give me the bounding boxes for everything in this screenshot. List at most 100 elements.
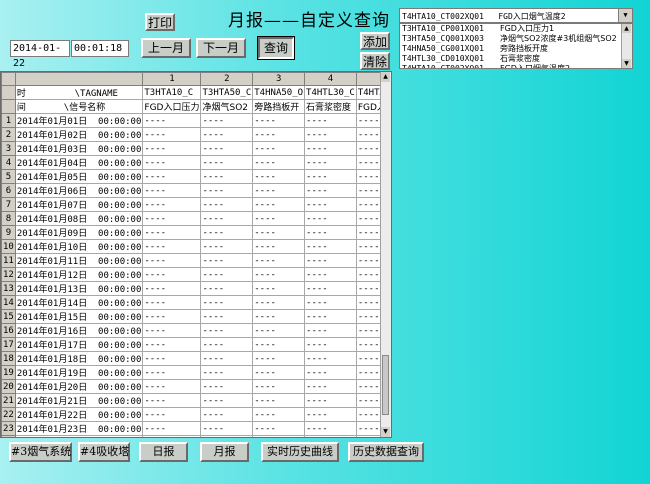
tag-select[interactable]: T4HTA10_CT002XQ01 FGD入口烟气温度2 ▼ [399, 8, 633, 23]
value-cell[interactable]: ---- [142, 435, 202, 437]
value-cell[interactable]: ---- [304, 253, 357, 268]
tag-list-item[interactable]: T3HTA10_CP001XQ01 FGD入口压力1 [400, 24, 632, 34]
row-number[interactable]: 2 [1, 127, 16, 142]
value-cell[interactable]: ---- [200, 295, 254, 310]
value-cell[interactable]: ---- [252, 183, 306, 198]
signal-name-cell[interactable]: 石膏浆密度 [304, 99, 357, 114]
value-cell[interactable]: ---- [142, 309, 202, 324]
value-cell[interactable]: ---- [252, 295, 306, 310]
value-cell[interactable]: ---- [200, 393, 254, 408]
row-time[interactable]: 2014年01月23日 00:00:00 [14, 421, 144, 436]
value-cell[interactable]: ---- [304, 281, 357, 296]
row-time[interactable]: 2014年01月16日 00:00:00 [14, 323, 144, 338]
value-cell[interactable]: ---- [304, 267, 357, 282]
value-cell[interactable]: ---- [252, 421, 306, 436]
value-cell[interactable]: ---- [304, 393, 357, 408]
value-cell[interactable]: ---- [304, 155, 357, 170]
value-cell[interactable]: ---- [142, 351, 202, 366]
nav-absorber4-button[interactable]: #4吸收塔 [78, 442, 130, 462]
value-cell[interactable]: ---- [142, 379, 202, 394]
scroll-down-icon[interactable]: ▼ [381, 427, 390, 437]
tag-list[interactable]: T3HTA10_CP001XQ01 FGD入口压力1 T3HTA50_CQ001XQ… [399, 23, 633, 69]
value-cell[interactable]: ---- [142, 267, 202, 282]
nav-history-button[interactable]: 历史数据查询 [348, 442, 424, 462]
value-cell[interactable]: ---- [142, 127, 202, 142]
value-cell[interactable]: ---- [304, 169, 357, 184]
value-cell[interactable]: ---- [200, 253, 254, 268]
value-cell[interactable]: ---- [142, 169, 202, 184]
value-cell[interactable]: ---- [142, 295, 202, 310]
value-cell[interactable]: ---- [252, 379, 306, 394]
add-button[interactable]: 添加 [360, 32, 390, 50]
row-number[interactable]: 3 [1, 141, 16, 156]
scroll-up-icon[interactable]: ▲ [381, 72, 390, 82]
row-time[interactable]: 2014年01月15日 00:00:00 [14, 309, 144, 324]
value-cell[interactable]: ---- [200, 351, 254, 366]
value-cell[interactable]: ---- [252, 239, 306, 254]
row-time[interactable]: 2014年01月13日 00:00:00 [14, 281, 144, 296]
chevron-down-icon[interactable]: ▼ [618, 9, 632, 22]
value-cell[interactable]: ---- [304, 351, 357, 366]
row-time[interactable]: 2014年01月03日 00:00:00 [14, 141, 144, 156]
row-number[interactable]: 21 [1, 393, 16, 408]
row-time[interactable]: 2014年01月20日 00:00:00 [14, 379, 144, 394]
tag-list-item[interactable]: T3HTA50_CQ001XQ03 净烟气SO2浓度#3机组烟气SO2 [400, 34, 632, 44]
row-number[interactable]: 15 [1, 309, 16, 324]
value-cell[interactable]: ---- [252, 281, 306, 296]
value-cell[interactable]: ---- [200, 197, 254, 212]
value-cell[interactable]: ---- [252, 351, 306, 366]
value-cell[interactable]: ---- [200, 407, 254, 422]
value-cell[interactable]: ---- [200, 379, 254, 394]
tagname-cell[interactable]: T4HNA50_O [252, 85, 306, 100]
row-time[interactable]: 2014年01月08日 00:00:00 [14, 211, 144, 226]
row-number[interactable]: 14 [1, 295, 16, 310]
value-cell[interactable]: ---- [304, 379, 357, 394]
row-time[interactable]: 2014年01月05日 00:00:00 [14, 169, 144, 184]
value-cell[interactable]: ---- [252, 155, 306, 170]
scroll-up-icon[interactable]: ▲ [622, 24, 631, 33]
row-time[interactable]: 2014年01月11日 00:00:00 [14, 253, 144, 268]
nav-trend-button[interactable]: 实时历史曲线 [261, 442, 339, 462]
value-cell[interactable]: ---- [252, 127, 306, 142]
value-cell[interactable]: ---- [304, 421, 357, 436]
value-cell[interactable]: ---- [200, 127, 254, 142]
row-time[interactable]: 2014年01月07日 00:00:00 [14, 197, 144, 212]
value-cell[interactable]: ---- [252, 309, 306, 324]
value-cell[interactable]: ---- [200, 421, 254, 436]
value-cell[interactable]: ---- [252, 253, 306, 268]
tag-list-item[interactable]: T4HNA50_CG001XQ01 旁路挡板开度 [400, 44, 632, 54]
tagname-cell[interactable]: T3HTA10_C [142, 85, 202, 100]
row-time[interactable]: 2014年01月17日 00:00:00 [14, 337, 144, 352]
row-time[interactable]: 2014年01月18日 00:00:00 [14, 351, 144, 366]
value-cell[interactable]: ---- [200, 435, 254, 437]
row-number[interactable]: 7 [1, 197, 16, 212]
value-cell[interactable]: ---- [304, 225, 357, 240]
value-cell[interactable]: ---- [200, 225, 254, 240]
row-number[interactable]: 23 [1, 421, 16, 436]
clear-button[interactable]: 清除 [360, 52, 390, 70]
value-cell[interactable]: ---- [200, 141, 254, 156]
tagname-cell[interactable]: T3HTA50_C [200, 85, 254, 100]
value-cell[interactable]: ---- [304, 127, 357, 142]
row-time[interactable]: 2014年01月06日 00:00:00 [14, 183, 144, 198]
value-cell[interactable]: ---- [142, 155, 202, 170]
row-number[interactable]: 20 [1, 379, 16, 394]
tag-list-item[interactable]: T4HTA10_CT002XQ01 FGD入口烟气温度2 [400, 64, 632, 68]
row-number[interactable]: 13 [1, 281, 16, 296]
row-time[interactable]: 2014年01月22日 00:00:00 [14, 407, 144, 422]
query-button[interactable]: 查询 [257, 36, 295, 60]
value-cell[interactable]: ---- [200, 183, 254, 198]
value-cell[interactable]: ---- [304, 407, 357, 422]
row-time[interactable]: 2014年01月14日 00:00:00 [14, 295, 144, 310]
scrollbar-thumb[interactable] [382, 355, 389, 415]
row-number[interactable]: 24 [1, 435, 16, 437]
row-number[interactable]: 8 [1, 211, 16, 226]
value-cell[interactable]: ---- [200, 169, 254, 184]
value-cell[interactable]: ---- [142, 183, 202, 198]
nav-monthly-button[interactable]: 月报 [200, 442, 249, 462]
row-number[interactable]: 1 [1, 113, 16, 128]
value-cell[interactable]: ---- [252, 197, 306, 212]
time-field[interactable]: 00:01:18 [71, 40, 129, 57]
row-number[interactable]: 22 [1, 407, 16, 422]
column-number[interactable]: 4 [304, 72, 357, 86]
